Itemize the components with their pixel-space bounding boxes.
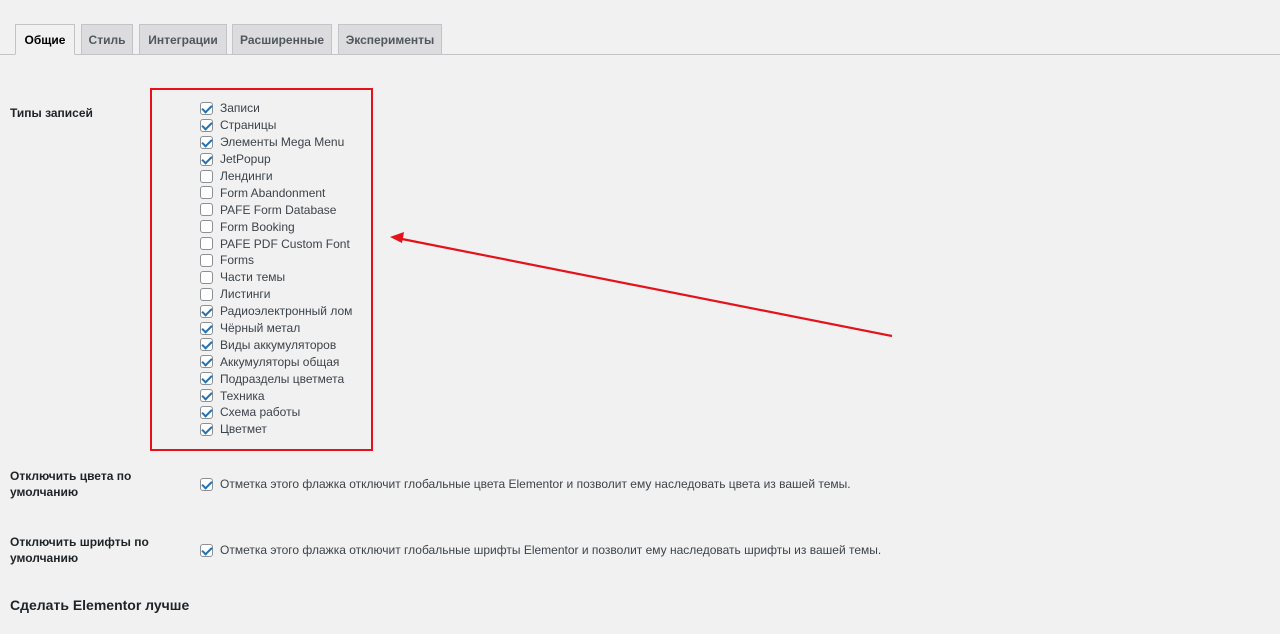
post-type-checkbox[interactable]: [200, 152, 213, 166]
post-type-label[interactable]: Чёрный метал: [220, 320, 300, 336]
disable-fonts-label-line2: умолчанию: [10, 551, 79, 565]
post-type-item: Аккумуляторы общая: [200, 353, 352, 370]
post-type-label[interactable]: Аккумуляторы общая: [220, 354, 339, 370]
post-type-item: PAFE PDF Custom Font: [200, 235, 352, 252]
post-type-label[interactable]: PAFE PDF Custom Font: [220, 236, 350, 252]
post-type-item: Листинги: [200, 286, 352, 303]
post-type-checkbox[interactable]: [200, 422, 213, 436]
post-type-item: Forms: [200, 252, 352, 269]
post-type-checkbox[interactable]: [200, 270, 213, 284]
post-types-label: Типы записей: [10, 106, 93, 120]
post-type-checkbox[interactable]: [200, 169, 213, 183]
post-type-checkbox[interactable]: [200, 186, 213, 200]
post-type-checkbox[interactable]: [200, 118, 213, 132]
tab-style[interactable]: Стиль: [81, 24, 133, 54]
post-type-item: Записи: [200, 100, 352, 117]
disable-colors-checkbox[interactable]: [200, 477, 213, 491]
post-type-label[interactable]: Form Abandonment: [220, 185, 325, 201]
disable-colors-label: Отключить цвета по умолчанию: [10, 468, 131, 500]
tab-integrations[interactable]: Интеграции: [139, 24, 227, 54]
post-type-item: Элементы Mega Menu: [200, 134, 352, 151]
annotation-arrow-head: [390, 232, 404, 243]
post-type-checkbox[interactable]: [200, 237, 213, 251]
post-type-item: Виды аккумуляторов: [200, 336, 352, 353]
post-type-label[interactable]: Подразделы цветмета: [220, 371, 344, 387]
post-type-checkbox[interactable]: [200, 405, 213, 419]
disable-fonts-option: Отметка этого флажка отключит глобальные…: [200, 543, 881, 557]
post-type-label[interactable]: Части темы: [220, 269, 285, 285]
post-type-item: Радиоэлектронный лом: [200, 303, 352, 320]
post-type-item: Техника: [200, 387, 352, 404]
post-type-checkbox[interactable]: [200, 355, 213, 369]
post-type-item: JetPopup: [200, 151, 352, 168]
post-type-label[interactable]: JetPopup: [220, 151, 271, 167]
post-type-item: Подразделы цветмета: [200, 370, 352, 387]
post-type-checkbox[interactable]: [200, 287, 213, 301]
post-type-label[interactable]: Forms: [220, 252, 254, 268]
post-type-item: Form Booking: [200, 218, 352, 235]
post-type-item: Схема работы: [200, 404, 352, 421]
post-type-label[interactable]: PAFE Form Database: [220, 202, 336, 218]
post-type-checkbox[interactable]: [200, 338, 213, 352]
post-type-label[interactable]: Цветмет: [220, 421, 267, 437]
tab-experiments[interactable]: Эксперименты: [338, 24, 442, 54]
post-type-checkbox[interactable]: [200, 253, 213, 267]
post-type-item: Страницы: [200, 117, 352, 134]
post-type-item: Цветмет: [200, 421, 352, 438]
disable-colors-description: Отметка этого флажка отключит глобальные…: [220, 477, 851, 491]
post-type-checkbox[interactable]: [200, 321, 213, 335]
disable-fonts-description: Отметка этого флажка отключит глобальные…: [220, 543, 882, 557]
disable-colors-option: Отметка этого флажка отключит глобальные…: [200, 477, 851, 491]
post-type-checkbox[interactable]: [200, 203, 213, 217]
post-type-item: Лендинги: [200, 168, 352, 185]
post-type-label[interactable]: Схема работы: [220, 404, 300, 420]
annotation-arrow: [390, 232, 893, 338]
post-type-label[interactable]: Виды аккумуляторов: [220, 337, 336, 353]
post-types-checkbox-list: Записи Страницы Элементы Mega Menu JetPopup…: [200, 100, 352, 438]
improve-elementor-heading: Сделать Elementor лучше: [10, 597, 190, 613]
post-type-item: Form Abandonment: [200, 184, 352, 201]
post-type-label[interactable]: Записи: [220, 100, 260, 116]
post-type-label[interactable]: Радиоэлектронный лом: [220, 303, 352, 319]
annotation-arrow-line: [401, 237, 893, 338]
post-type-label[interactable]: Элементы Mega Menu: [220, 134, 344, 150]
post-type-label[interactable]: Form Booking: [220, 219, 295, 235]
post-type-item: PAFE Form Database: [200, 201, 352, 218]
post-type-checkbox[interactable]: [200, 304, 213, 318]
tab-general[interactable]: Общие: [15, 24, 75, 55]
post-type-checkbox[interactable]: [200, 220, 213, 234]
disable-fonts-label: Отключить шрифты по умолчанию: [10, 534, 149, 566]
disable-colors-label-line2: умолчанию: [10, 485, 79, 499]
post-type-checkbox[interactable]: [200, 389, 213, 403]
post-type-label[interactable]: Лендинги: [220, 168, 273, 184]
disable-fonts-label-line1: Отключить шрифты по: [10, 535, 149, 549]
settings-tabs: Общие Стиль Интеграции Расширенные Экспе…: [0, 24, 1280, 55]
tab-advanced[interactable]: Расширенные: [232, 24, 332, 54]
post-type-label[interactable]: Техника: [220, 388, 265, 404]
post-type-item: Части темы: [200, 269, 352, 286]
post-type-checkbox[interactable]: [200, 101, 213, 115]
post-type-checkbox[interactable]: [200, 372, 213, 386]
disable-colors-label-line1: Отключить цвета по: [10, 469, 132, 483]
disable-fonts-checkbox[interactable]: [200, 543, 213, 557]
post-type-label[interactable]: Страницы: [220, 117, 276, 133]
post-type-label[interactable]: Листинги: [220, 286, 270, 302]
post-type-checkbox[interactable]: [200, 135, 213, 149]
post-type-item: Чёрный метал: [200, 320, 352, 337]
